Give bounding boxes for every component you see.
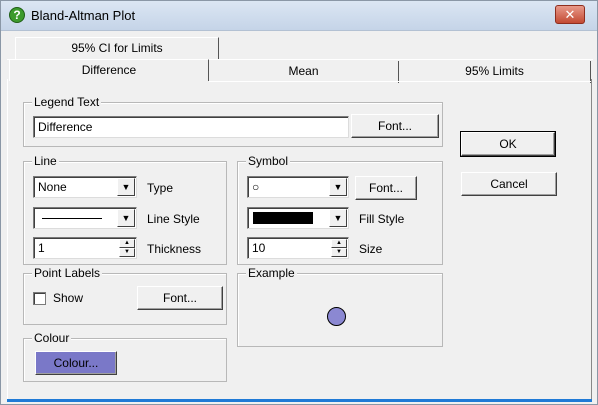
colour-button[interactable]: Colour... bbox=[35, 351, 117, 375]
symbol-size-spinner[interactable]: 10 ▲ ▼ bbox=[247, 237, 349, 259]
legend-font-button[interactable]: Font... bbox=[351, 114, 439, 138]
line-thickness-label: Thickness bbox=[147, 242, 202, 256]
spin-down-icon[interactable]: ▼ bbox=[119, 248, 135, 257]
point-labels-label: Point Labels bbox=[32, 266, 103, 280]
chevron-down-icon[interactable]: ▼ bbox=[329, 178, 347, 196]
show-checkbox[interactable] bbox=[33, 292, 46, 305]
spin-up-icon[interactable]: ▲ bbox=[331, 239, 347, 248]
fill-style-select[interactable]: ▼ bbox=[247, 207, 349, 229]
line-style-select[interactable]: ▼ bbox=[33, 207, 137, 229]
fill-style-swatch bbox=[253, 212, 313, 224]
line-thickness-spinner[interactable]: 1 ▲ ▼ bbox=[33, 237, 137, 259]
status-strip bbox=[7, 399, 592, 402]
title-bar: ? Bland-Altman Plot ✕ bbox=[1, 1, 597, 31]
line-style-swatch bbox=[42, 218, 102, 219]
symbol-size-value: 10 bbox=[252, 241, 266, 255]
line-group-label: Line bbox=[32, 154, 59, 168]
window-title: Bland-Altman Plot bbox=[31, 8, 136, 23]
example-group-label: Example bbox=[246, 266, 297, 280]
chevron-down-icon[interactable]: ▼ bbox=[117, 178, 135, 196]
help-icon: ? bbox=[9, 7, 25, 23]
symbol-select[interactable]: ○ ▼ bbox=[247, 176, 349, 198]
line-style-label: Line Style bbox=[147, 212, 200, 226]
symbol-size-label: Size bbox=[359, 242, 383, 256]
example-symbol-marker bbox=[327, 307, 346, 326]
line-thickness-value: 1 bbox=[38, 241, 45, 255]
spin-down-icon[interactable]: ▼ bbox=[331, 248, 347, 257]
dialog-window: ? Bland-Altman Plot ✕ 95% CI for Limits … bbox=[0, 0, 598, 405]
legend-text-input[interactable]: Difference bbox=[33, 116, 349, 138]
tab-difference[interactable]: Difference bbox=[9, 59, 209, 81]
colour-group-label: Colour bbox=[32, 331, 72, 345]
spin-up-icon[interactable]: ▲ bbox=[119, 239, 135, 248]
point-labels-font-button[interactable]: Font... bbox=[137, 286, 223, 310]
symbol-font-button[interactable]: Font... bbox=[355, 176, 417, 200]
ok-button[interactable]: OK bbox=[460, 131, 556, 157]
chevron-down-icon[interactable]: ▼ bbox=[329, 209, 347, 227]
line-type-select[interactable]: None ▼ bbox=[33, 176, 137, 198]
line-type-label: Type bbox=[147, 181, 174, 195]
close-button[interactable]: ✕ bbox=[555, 5, 585, 24]
legend-text-label: Legend Text bbox=[32, 95, 102, 109]
tab-95-ci-for-limits[interactable]: 95% CI for Limits bbox=[15, 37, 219, 59]
fill-style-label: Fill Style bbox=[359, 212, 405, 226]
chevron-down-icon[interactable]: ▼ bbox=[117, 209, 135, 227]
cancel-button[interactable]: Cancel bbox=[461, 172, 557, 196]
show-label[interactable]: Show bbox=[53, 291, 83, 305]
symbol-value: ○ bbox=[252, 180, 260, 194]
line-type-value: None bbox=[38, 180, 67, 194]
symbol-group-label: Symbol bbox=[246, 154, 291, 168]
